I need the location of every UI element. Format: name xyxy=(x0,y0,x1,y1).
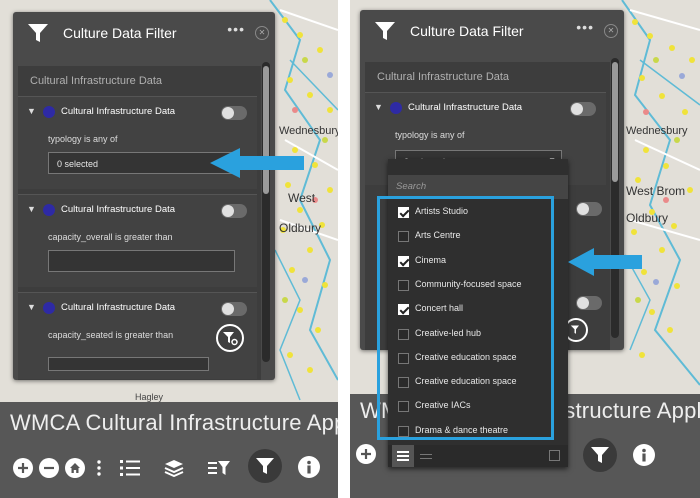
more-icon[interactable]: ••• xyxy=(227,21,245,37)
info-icon xyxy=(642,448,646,462)
typology-select[interactable]: 0 selected xyxy=(48,152,235,174)
layer-symbol-icon xyxy=(43,204,55,216)
more-icon xyxy=(97,460,101,476)
panel-scrollbar[interactable] xyxy=(262,62,270,362)
filter-button[interactable] xyxy=(248,449,282,483)
selected-list-button[interactable] xyxy=(420,450,432,460)
svg-text:West Brom: West Brom xyxy=(626,184,685,198)
layer-name: Cultural Infrastructure Data xyxy=(61,204,176,215)
chevron-down-icon[interactable]: ▼ xyxy=(27,302,36,312)
panel-title: Culture Data Filter xyxy=(63,25,177,41)
filter-icon xyxy=(591,447,609,463)
layer-list-button[interactable] xyxy=(118,456,142,480)
app-title: WMCA Cultural Infrastructure Application xyxy=(10,410,338,435)
panel-titlebar: Culture Data Filter ••• ✕ xyxy=(360,10,624,52)
svg-text:Oldbury: Oldbury xyxy=(626,211,668,225)
dropdown-footer xyxy=(388,445,568,467)
highlight-box xyxy=(377,196,554,440)
more-button[interactable] xyxy=(94,458,104,478)
info-button[interactable] xyxy=(633,444,655,466)
layer-toggle[interactable] xyxy=(221,204,247,218)
close-icon[interactable]: ✕ xyxy=(604,24,618,38)
panel-scrollbar[interactable] xyxy=(611,58,619,338)
zoom-out-icon xyxy=(44,466,54,470)
svg-text:Hagley: Hagley xyxy=(135,392,164,402)
left-screenshot: Wednesbury West Oldbury Hagley Culture D… xyxy=(0,0,338,498)
layer-symbol-icon xyxy=(43,106,55,118)
panel-titlebar: Culture Data Filter ••• ✕ xyxy=(13,12,275,54)
layer-symbol-icon xyxy=(43,302,55,314)
zoom-in-button[interactable] xyxy=(356,444,376,464)
selected-list-icon xyxy=(420,454,432,459)
layer-symbol-icon xyxy=(390,102,402,114)
filter-data-button[interactable] xyxy=(207,456,231,480)
capacity-overall-input[interactable] xyxy=(48,250,235,272)
zoom-in-icon xyxy=(361,449,371,459)
layer-toggle[interactable] xyxy=(576,202,602,216)
svg-text:Wednesbury: Wednesbury xyxy=(626,125,688,137)
section-header: Cultural Infrastructure Data xyxy=(30,75,163,87)
zoom-in-button[interactable] xyxy=(13,458,33,478)
layer-filter-capacity-overall: ▼ Cultural Infrastructure Data capacity_… xyxy=(18,194,257,287)
section-header: Cultural Infrastructure Data xyxy=(377,71,510,83)
capacity-seated-input[interactable] xyxy=(48,357,209,371)
panel-title: Culture Data Filter xyxy=(410,23,524,39)
layer-name: Cultural Infrastructure Data xyxy=(61,302,176,313)
zoom-out-button[interactable] xyxy=(39,458,59,478)
filter-icon xyxy=(28,24,48,42)
zoom-in-icon xyxy=(18,463,28,473)
home-button[interactable] xyxy=(65,458,85,478)
layer-toggle[interactable] xyxy=(221,106,247,120)
right-screenshot: Wednesbury West Brom Oldbury kebrook Cul… xyxy=(350,0,700,498)
select-all-checkbox[interactable] xyxy=(549,450,560,461)
svg-text:Wednesbury: Wednesbury xyxy=(279,125,338,137)
app-header-bar: WMCA Cultural Infrastructure Application xyxy=(0,402,338,498)
filter-data-icon xyxy=(208,461,230,475)
svg-text:West: West xyxy=(288,191,316,205)
layers-icon xyxy=(164,460,184,477)
layer-name: Cultural Infrastructure Data xyxy=(61,106,176,117)
home-icon xyxy=(70,463,80,473)
layers-button[interactable] xyxy=(162,456,186,480)
filter-button[interactable] xyxy=(583,438,617,472)
chevron-down-icon[interactable]: ▼ xyxy=(27,204,36,214)
filter-settings-icon xyxy=(570,325,579,334)
chevron-down-icon[interactable]: ▼ xyxy=(374,102,383,112)
layer-toggle[interactable] xyxy=(576,296,602,310)
filter-expression: capacity_overall is greater than xyxy=(48,232,173,242)
list-view-button[interactable] xyxy=(392,445,414,467)
more-icon[interactable]: ••• xyxy=(576,19,594,35)
filter-expression: typology is any of xyxy=(395,130,465,140)
filter-icon xyxy=(256,458,274,474)
filter-expression: typology is any of xyxy=(48,134,118,144)
filter-expression: capacity_seated is greater than xyxy=(48,330,174,340)
close-icon[interactable]: ✕ xyxy=(255,26,269,40)
layer-toggle[interactable] xyxy=(570,102,596,116)
layer-toggle[interactable] xyxy=(221,302,247,316)
layer-name: Cultural Infrastructure Data xyxy=(408,102,523,113)
filter-settings-icon xyxy=(223,332,238,346)
layer-list-icon xyxy=(120,460,140,476)
chevron-down-icon[interactable]: ▼ xyxy=(27,106,36,116)
apply-filter-button[interactable] xyxy=(216,324,244,352)
arrow-icon xyxy=(568,248,642,276)
info-icon xyxy=(307,460,311,474)
list-icon xyxy=(397,451,409,461)
arrow-icon xyxy=(210,148,304,178)
info-button[interactable] xyxy=(298,456,320,478)
culture-data-filter-panel: Culture Data Filter ••• ✕ Cultural Infra… xyxy=(13,12,275,380)
scrollbar-thumb[interactable] xyxy=(612,62,618,182)
svg-text:Oldbury: Oldbury xyxy=(279,221,321,235)
filter-icon xyxy=(375,22,395,40)
